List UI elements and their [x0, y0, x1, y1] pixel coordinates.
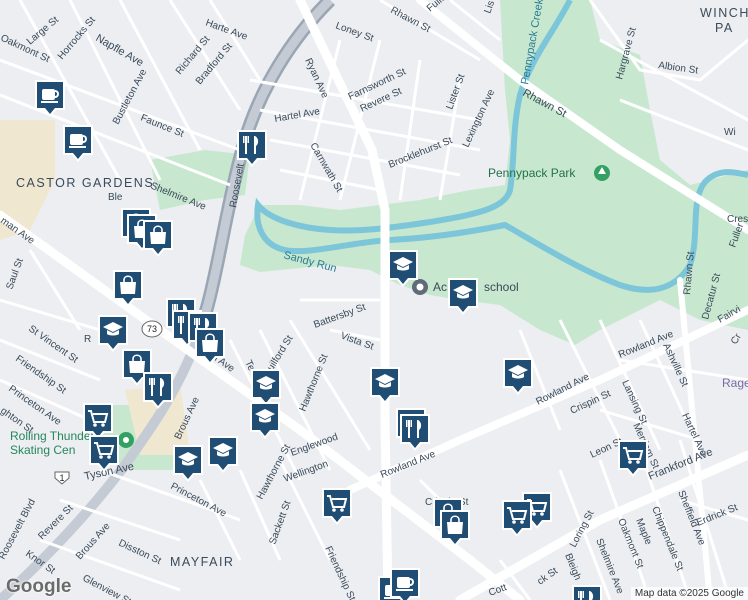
park-rolling-thunder-label: Rolling Thunder [10, 429, 95, 443]
park-pennypack-label: Pennypack Park [488, 166, 576, 180]
neighborhood-castor-gardens: CASTOR GARDENS [16, 176, 154, 190]
neighborhood-mayfair: MAYFAIR [170, 555, 234, 569]
neighborhood-winch: WINCH [700, 6, 748, 20]
park-skating-center-label: Skating Cen [10, 443, 75, 457]
google-logo[interactable]: Google [6, 576, 71, 598]
svg-text:73: 73 [147, 324, 157, 334]
neighborhood-pa: PA [715, 21, 734, 35]
restaurant-marker-icon[interactable] [572, 585, 602, 600]
street-ble: Ble [108, 192, 123, 203]
poi-school-label: Ac [433, 280, 447, 294]
school-poi-icon[interactable] [412, 279, 428, 295]
coffee-marker-icon[interactable] [390, 568, 420, 600]
map-canvas[interactable]: Harte Ave Loney St Rhawn St Fuller St Li… [0, 0, 748, 600]
poi-rage-label: Rage [722, 376, 748, 390]
map-attribution[interactable]: Map data ©2025 Google [630, 587, 748, 600]
park-tree-icon[interactable] [594, 165, 610, 181]
skating-center-icon[interactable] [118, 432, 134, 448]
route-73-shield: 73 [141, 320, 163, 338]
street-rt: R [84, 334, 91, 345]
svg-text:1: 1 [59, 473, 64, 483]
street-wi: Wi [724, 127, 736, 138]
poi-school-label-rest: school [484, 280, 519, 294]
